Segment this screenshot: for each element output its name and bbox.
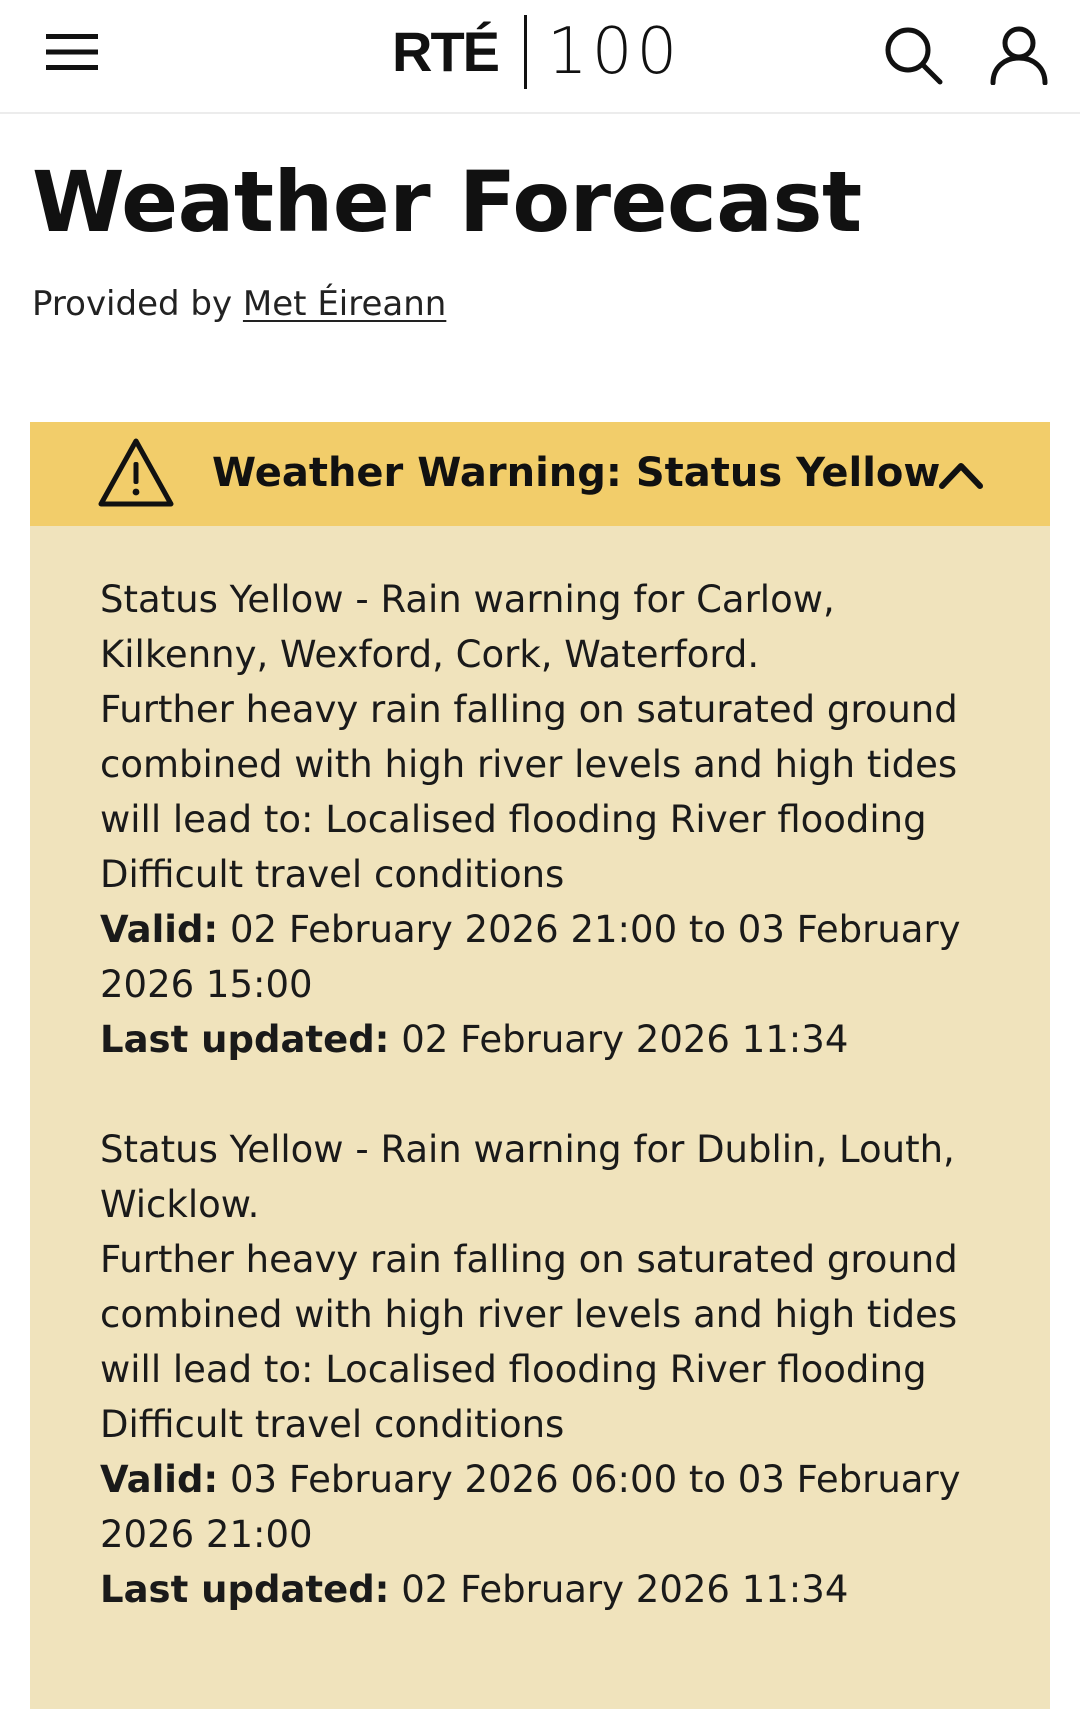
warning-body: Status Yellow - Rain warning for Carlow,… bbox=[100, 572, 1000, 1672]
alert-updated-value: 02 February 2026 11:34 bbox=[401, 1568, 849, 1611]
user-account-icon bbox=[990, 26, 1048, 85]
warning-triangle-icon bbox=[98, 438, 174, 507]
alert-description: Further heavy rain falling on saturated … bbox=[100, 688, 958, 896]
search-icon bbox=[885, 27, 943, 85]
valid-label: Valid: bbox=[100, 908, 219, 951]
provided-by-line: Provided by Met Éireann bbox=[32, 284, 446, 324]
alert-valid-row: Valid: 02 February 2026 21:00 to 03 Febr… bbox=[100, 902, 1000, 1012]
logo-rte-text: RTÉ bbox=[392, 20, 500, 83]
search-button[interactable] bbox=[878, 20, 948, 90]
warning-alert: Status Yellow - Rain warning for Carlow,… bbox=[100, 572, 1000, 1067]
alert-description: Further heavy rain falling on saturated … bbox=[100, 1238, 958, 1446]
account-button[interactable] bbox=[984, 20, 1054, 90]
weather-warning-panel: Weather Warning: Status Yellow Status Ye… bbox=[30, 422, 1050, 1709]
alert-valid-value: 02 February 2026 21:00 to 03 February 20… bbox=[100, 908, 961, 1006]
alert-valid-row: Valid: 03 February 2026 06:00 to 03 Febr… bbox=[100, 1452, 1000, 1562]
logo-100-text: 100 bbox=[547, 15, 682, 89]
weather-warning-toggle[interactable]: Weather Warning: Status Yellow bbox=[30, 422, 1050, 526]
warning-title: Weather Warning: Status Yellow bbox=[212, 450, 941, 496]
alert-headline: Status Yellow - Rain warning for Carlow,… bbox=[100, 578, 835, 676]
site-header: RTÉ 100 bbox=[0, 0, 1080, 114]
alert-valid-value: 03 February 2026 06:00 to 03 February 20… bbox=[100, 1458, 961, 1556]
valid-label: Valid: bbox=[100, 1458, 219, 1501]
rte-100-logo[interactable]: RTÉ 100 bbox=[392, 14, 681, 90]
last-updated-label: Last updated: bbox=[100, 1568, 390, 1611]
provided-by-label: Provided by bbox=[32, 284, 233, 324]
alert-headline: Status Yellow - Rain warning for Dublin,… bbox=[100, 1128, 955, 1226]
last-updated-label: Last updated: bbox=[100, 1018, 390, 1061]
logo-divider bbox=[524, 15, 527, 89]
met-eireann-link[interactable]: Met Éireann bbox=[243, 284, 446, 324]
alert-updated-value: 02 February 2026 11:34 bbox=[401, 1018, 849, 1061]
hamburger-menu-icon bbox=[46, 34, 98, 70]
page-title: Weather Forecast bbox=[32, 153, 862, 251]
warning-alert: Status Yellow - Rain warning for Dublin,… bbox=[100, 1122, 1000, 1617]
menu-button[interactable] bbox=[40, 24, 104, 80]
alert-updated-row: Last updated: 02 February 2026 11:34 bbox=[100, 1562, 1000, 1617]
chevron-up-icon bbox=[939, 463, 983, 489]
alert-updated-row: Last updated: 02 February 2026 11:34 bbox=[100, 1012, 1000, 1067]
